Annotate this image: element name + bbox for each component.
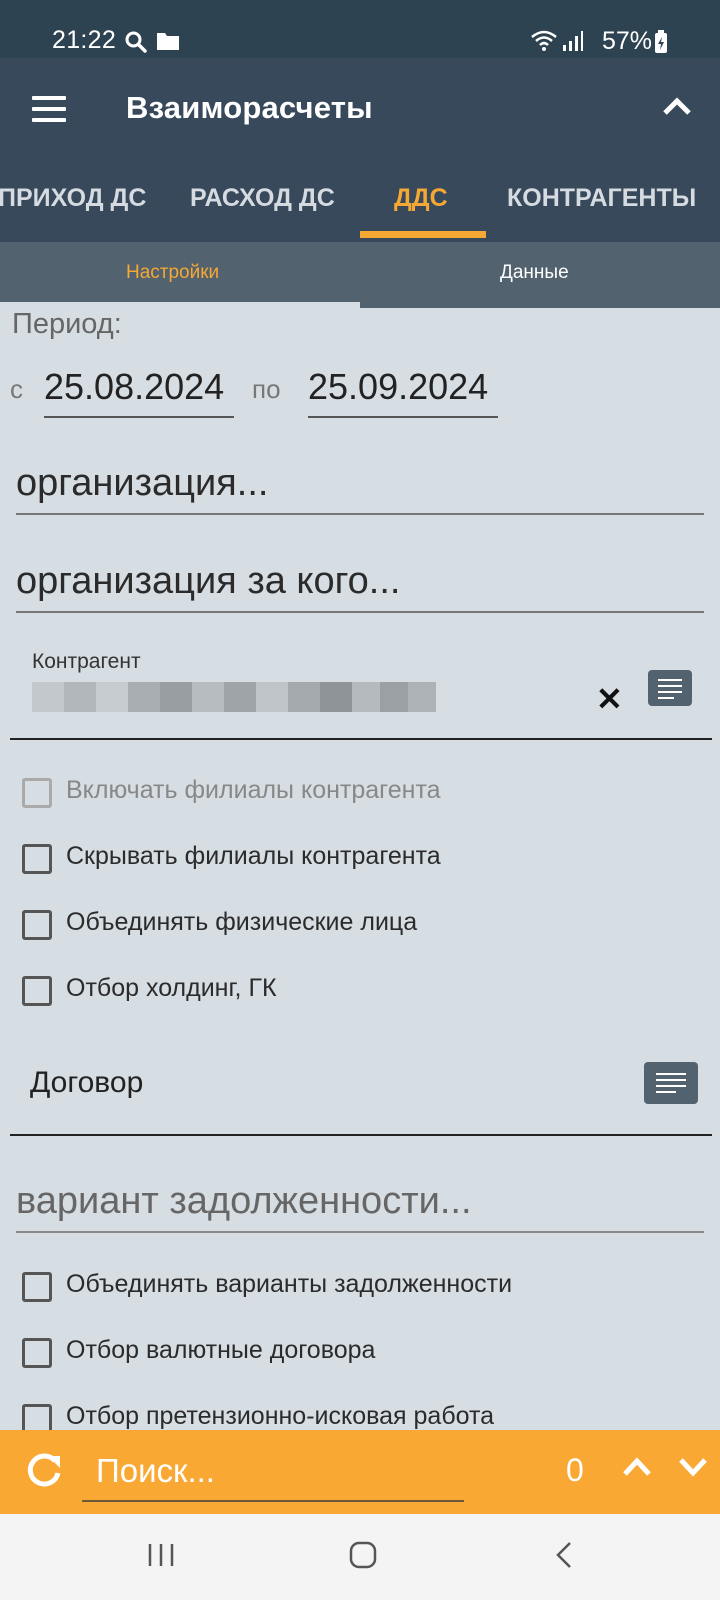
contractor-list-button[interactable] (648, 670, 692, 706)
home-icon[interactable] (348, 1540, 378, 1570)
search-bar: 0 (0, 1430, 720, 1514)
main-tabs: ПРИХОД ДС РАСХОД ДС ДДС КОНТРАГЕНТЫ (0, 160, 720, 242)
checkbox-box (22, 976, 52, 1006)
period-label: Период: (12, 308, 122, 340)
folder-icon (157, 33, 179, 50)
contractor-value-redacted[interactable] (32, 682, 436, 712)
tab-expense[interactable]: РАСХОД ДС (190, 184, 335, 213)
checkbox-box (22, 778, 52, 808)
sub-tabs: Настройки Данные (0, 242, 720, 308)
contract-list-button[interactable] (644, 1062, 698, 1104)
date-from-label: с (10, 374, 23, 404)
checkbox-label: Объединять варианты задолженности (66, 1270, 513, 1298)
battery-icon (655, 30, 667, 53)
checkbox-box (22, 1272, 52, 1302)
status-time: 21:22 (52, 26, 117, 54)
tab-data[interactable]: Данные (500, 262, 569, 284)
checkbox-label: Объединять физические лица (66, 908, 418, 936)
recent-apps-icon[interactable] (146, 1540, 176, 1570)
checkbox-label: Отбор претензионно-исковая работа (66, 1402, 495, 1430)
app-bar: Взаиморасчеты (0, 58, 720, 160)
tab-dds[interactable]: ДДС (394, 184, 448, 213)
battery-level: 57% (602, 27, 653, 55)
tab-settings[interactable]: Настройки (126, 262, 219, 284)
contractor-label: Контрагент (32, 650, 141, 673)
organization-field[interactable]: организация... (16, 462, 704, 515)
close-icon[interactable]: ✕ (596, 680, 623, 718)
back-icon[interactable] (552, 1540, 576, 1570)
wifi-icon (531, 30, 557, 51)
contract-underline (10, 1134, 712, 1136)
chevron-up-icon[interactable] (622, 1456, 652, 1478)
search-result-count: 0 (566, 1452, 584, 1488)
checkbox-label: Отбор валютные договора (66, 1336, 376, 1364)
chevron-up-icon[interactable] (662, 94, 692, 118)
checkbox-box (22, 1338, 52, 1368)
checkbox-label: Отбор холдинг, ГК (66, 974, 277, 1002)
app-title: Взаиморасчеты (126, 90, 373, 125)
menu-icon[interactable] (32, 96, 66, 122)
date-to-label: по (252, 374, 281, 404)
contractor-underline (10, 738, 712, 740)
checkbox-box (22, 844, 52, 874)
chevron-down-icon[interactable] (678, 1456, 708, 1478)
date-from-field[interactable]: 25.08.2024 (44, 366, 234, 418)
status-bar: 21:22 57% (0, 0, 720, 58)
tab-income[interactable]: ПРИХОД ДС (0, 184, 146, 213)
checkbox-box (22, 910, 52, 940)
signal-icon (563, 31, 583, 51)
tab-contractors[interactable]: КОНТРАГЕНТЫ (507, 184, 696, 213)
debt-variant-field[interactable]: вариант задолженности... (16, 1180, 704, 1233)
refresh-icon[interactable] (24, 1450, 64, 1490)
checkbox-label: Включать филиалы контрагента (66, 776, 441, 804)
tab-indicator (360, 231, 486, 238)
search-icon (125, 31, 147, 53)
contract-label[interactable]: Договор (30, 1066, 143, 1100)
search-input[interactable] (82, 1442, 464, 1502)
checkbox-label: Скрывать филиалы контрагента (66, 842, 441, 870)
organization-for-field[interactable]: организация за кого... (16, 560, 704, 613)
date-to-field[interactable]: 25.09.2024 (308, 366, 498, 418)
system-navigation-bar (0, 1514, 720, 1600)
